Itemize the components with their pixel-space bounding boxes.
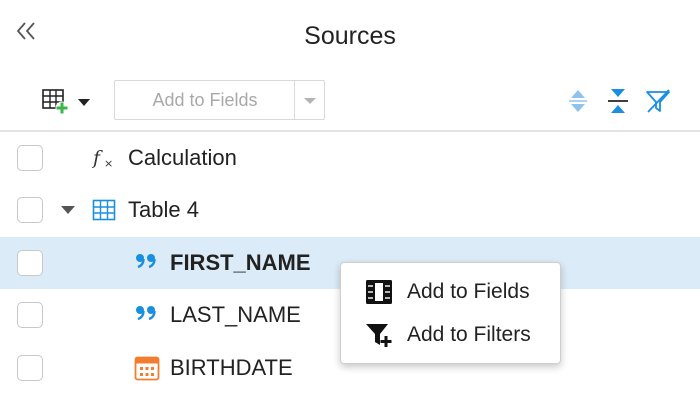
string-quote-icon <box>136 254 156 269</box>
add-to-fields-button[interactable]: Add to Fields <box>115 81 295 119</box>
add-filter-icon <box>366 324 392 347</box>
filter-button[interactable] <box>644 86 672 116</box>
menu-item-label: Add to Fields <box>407 280 530 303</box>
menu-item-label: Add to Filters <box>407 323 531 346</box>
string-quote-icon <box>136 306 156 321</box>
columns-icon <box>366 280 392 304</box>
tree-row-label: Table 4 <box>128 197 199 222</box>
row-checkbox[interactable] <box>17 145 43 171</box>
tree-row-label: BIRTHDATE <box>170 355 293 380</box>
collapse-all-button[interactable] <box>604 86 632 116</box>
row-checkbox[interactable] <box>17 355 43 381</box>
sources-panel: Sources Add to Fields f × Calculation Ta… <box>0 0 700 394</box>
chevron-down-icon <box>304 98 316 104</box>
fx-icon: f × <box>92 147 113 170</box>
toolbar: Add to Fields <box>0 78 700 124</box>
table-icon <box>92 199 116 221</box>
add-table-dropdown-button[interactable] <box>40 86 96 116</box>
collapse-all-icon <box>608 89 628 113</box>
add-to-fields-combo[interactable]: Add to Fields <box>114 80 325 120</box>
tree-row-calculation[interactable]: f × Calculation <box>0 132 700 184</box>
add-table-icon <box>42 89 90 115</box>
panel-title: Sources <box>304 22 396 50</box>
caret-down-icon[interactable] <box>60 204 76 216</box>
svg-text:×: × <box>104 157 113 170</box>
expand-all-button[interactable] <box>564 86 592 116</box>
row-checkbox[interactable] <box>17 302 43 328</box>
row-checkbox[interactable] <box>17 197 43 223</box>
row-checkbox[interactable] <box>17 250 43 276</box>
tree-row-table-4[interactable]: Table 4 <box>0 184 700 236</box>
menu-item-add-to-fields[interactable]: Add to Fields <box>341 270 560 314</box>
calendar-icon <box>134 356 160 381</box>
menu-item-add-to-filters[interactable]: Add to Filters <box>341 313 560 357</box>
tree-row-label: FIRST_NAME <box>170 250 311 275</box>
expand-all-icon <box>569 90 587 112</box>
tree-row-label: LAST_NAME <box>170 302 301 327</box>
tree-row-label: Calculation <box>128 145 237 170</box>
context-menu: Add to Fields Add to Filters <box>340 262 561 364</box>
svg-text:f: f <box>92 147 103 169</box>
add-to-fields-dropdown-arrow[interactable] <box>295 81 325 119</box>
filter-icon <box>646 89 670 113</box>
